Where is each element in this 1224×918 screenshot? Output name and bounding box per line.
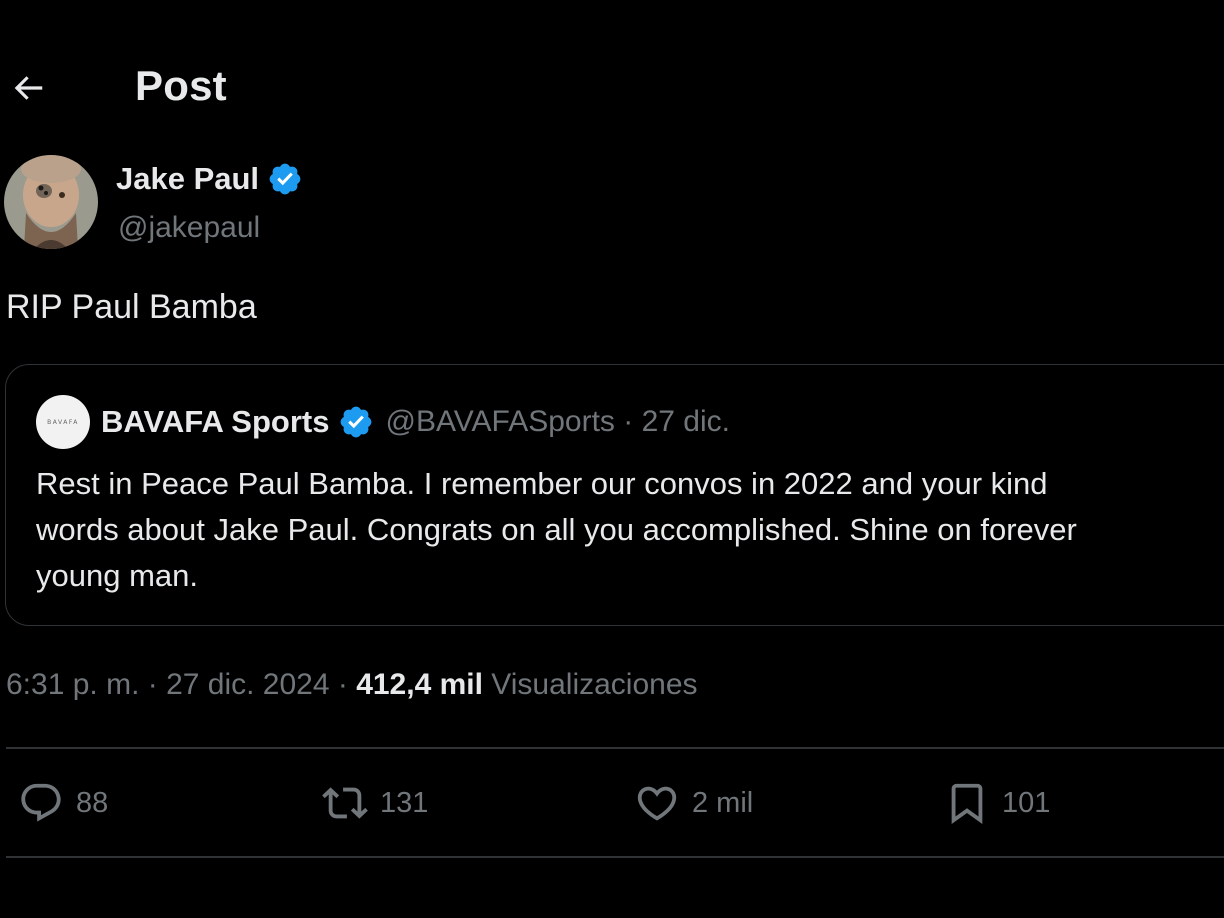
post-actions: 88 131 2 mil 101: [0, 770, 1224, 838]
divider: [6, 747, 1224, 749]
quoted-avatar: BAVAFA: [36, 395, 90, 449]
heart-icon: [637, 786, 677, 821]
like-button[interactable]: 2 mil: [634, 780, 753, 826]
quoted-author-name: BAVAFA Sports: [101, 404, 330, 439]
post-meta: 6:31 p. m. · 27 dic. 2024 · 412,4 mil Vi…: [6, 668, 698, 702]
top-bar: Post: [0, 50, 1224, 126]
reply-count: 88: [76, 786, 109, 819]
quoted-text-line: words about Jake Paul. Congrats on all y…: [36, 512, 1077, 547]
quoted-post-header: BAVAFA BAVAFA Sports @BAVAFASports · 27 …: [36, 395, 730, 449]
author-name-row: Jake Paul: [116, 161, 303, 197]
verified-badge-icon[interactable]: [267, 161, 303, 197]
arrow-left-icon: [14, 76, 43, 100]
bookmark-icon: [951, 783, 983, 824]
post-text: RIP Paul Bamba: [6, 288, 257, 326]
views-label: Visualizaciones: [482, 668, 698, 701]
avatar-image: [4, 155, 98, 249]
reply-icon: [21, 783, 61, 822]
avatar[interactable]: [4, 155, 98, 249]
repost-button[interactable]: 131: [322, 780, 428, 826]
quoted-post[interactable]: BAVAFA BAVAFA Sports @BAVAFASports · 27 …: [5, 364, 1224, 626]
bookmark-button[interactable]: 101: [944, 780, 1050, 826]
quoted-avatar-logo-text: BAVAFA: [47, 418, 79, 426]
views-count[interactable]: 412,4 mil: [356, 668, 483, 701]
repost-count: 131: [380, 786, 429, 819]
quoted-text-line: young man.: [36, 558, 198, 593]
like-count: 2 mil: [692, 786, 754, 819]
bookmark-count: 101: [1002, 786, 1051, 819]
page-title: Post: [135, 62, 227, 109]
back-button[interactable]: [8, 68, 48, 108]
post-timestamp[interactable]: 6:31 p. m. · 27 dic. 2024 ·: [6, 668, 356, 701]
repost-icon: [322, 787, 368, 819]
author-handle[interactable]: @jakepaul: [118, 211, 260, 245]
reply-button[interactable]: 88: [18, 780, 108, 826]
author-name[interactable]: Jake Paul: [116, 161, 259, 197]
post-author: Jake Paul @jakepaul: [4, 155, 704, 255]
verified-badge-icon: [338, 404, 374, 440]
quoted-post-text: Rest in Peace Paul Bamba. I remember our…: [36, 461, 1224, 599]
divider: [6, 856, 1224, 858]
quoted-text-line: Rest in Peace Paul Bamba. I remember our…: [36, 466, 1048, 501]
quoted-handle-date: @BAVAFASports · 27 dic.: [385, 405, 730, 438]
